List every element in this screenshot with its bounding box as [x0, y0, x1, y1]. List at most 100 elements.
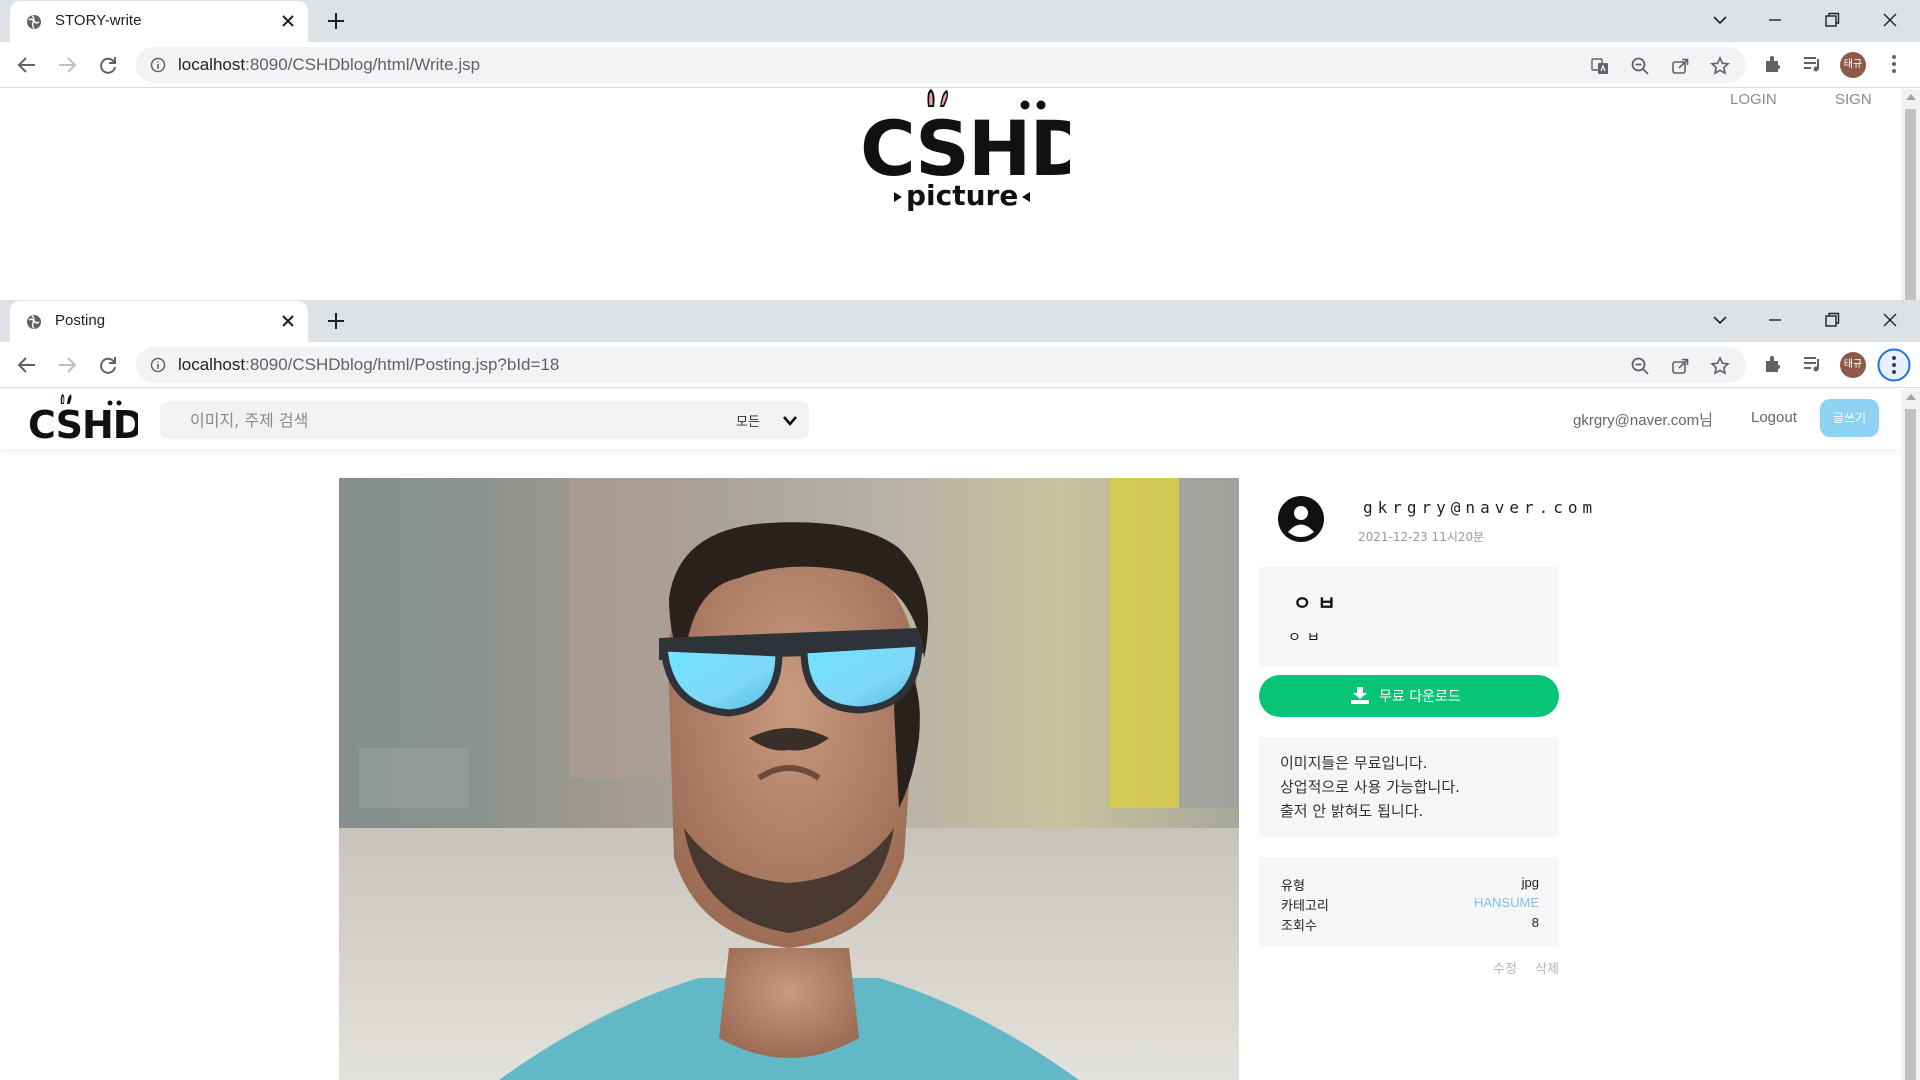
sign-link[interactable]: SIGN [1835, 91, 1872, 108]
profile-avatar[interactable]: 태규 [1840, 52, 1866, 78]
meta-value: jpg [1521, 875, 1539, 890]
window-close-icon[interactable] [1880, 310, 1900, 330]
share-icon[interactable] [1670, 56, 1690, 76]
meta-label: 조회수 [1281, 919, 1317, 934]
search-bar: 모든 [160, 401, 809, 439]
login-link[interactable]: LOGIN [1730, 91, 1777, 108]
browser-window-write: STORY-write localhost:8090/CSHDblog/html… [0, 0, 1920, 300]
globe-icon [27, 314, 41, 329]
restore-icon[interactable] [1822, 10, 1842, 30]
extensions-puzzle-icon[interactable] [1762, 353, 1784, 375]
svg-text:CSHD: CSHD [28, 403, 138, 443]
reload-icon[interactable] [97, 354, 119, 376]
post-content-card: ㅇㅂ ㅇㅂ [1259, 567, 1559, 667]
address-bar[interactable]: localhost:8090/CSHDblog/html/Posting.jsp… [136, 347, 1746, 383]
author-email: gkrgry@naver.com [1363, 498, 1598, 517]
reload-icon[interactable] [97, 54, 119, 76]
post-title: ㅇㅂ [1293, 591, 1342, 615]
forward-arrow-icon[interactable] [56, 54, 78, 76]
category-link[interactable]: HANSUME [1474, 895, 1539, 910]
post-actions: 수정 삭제 [1479, 958, 1559, 977]
license-line: 상업적으로 사용 가능합니다. [1280, 778, 1460, 796]
globe-icon [27, 14, 41, 29]
download-icon [1351, 687, 1369, 704]
extensions-puzzle-icon[interactable] [1762, 53, 1784, 75]
tab-posting[interactable]: Posting [10, 301, 308, 342]
new-tab-icon[interactable] [326, 11, 346, 31]
license-line: 출저 안 밝혀도 됩니다. [1280, 802, 1424, 820]
meta-card: 유형 jpg 카테고리 HANSUME 조회수 8 [1259, 857, 1559, 947]
meta-label: 카테고리 [1281, 899, 1329, 914]
zoom-out-icon[interactable] [1630, 356, 1650, 376]
url-text: localhost:8090/CSHDblog/html/Write.jsp [178, 55, 481, 74]
license-line: 이미지들은 무료입니다. [1280, 754, 1428, 772]
write-page: CSHD picture LOGIN SIGN [0, 89, 1901, 300]
back-arrow-icon[interactable] [16, 354, 38, 376]
window-close-icon[interactable] [1880, 10, 1900, 30]
cshd-logo[interactable]: CSHD [28, 393, 138, 443]
info-icon[interactable] [150, 57, 166, 73]
user-email: gkrgry@naver.com님 [1573, 412, 1713, 429]
page-scrollbar[interactable] [1901, 89, 1920, 300]
user-avatar-icon [1278, 496, 1324, 542]
minimize-icon[interactable] [1765, 310, 1785, 330]
edit-link[interactable]: 수정 [1493, 962, 1517, 977]
minimize-icon[interactable] [1765, 10, 1785, 30]
site-header: CSHD 모든 gkrgry@naver.com님 Logout 글쓰기 [0, 389, 1901, 449]
browser-toolbar: localhost:8090/CSHDblog/html/Write.jsp 태… [0, 42, 1920, 88]
tab-search-chevron-icon[interactable] [1710, 10, 1730, 30]
kebab-menu-icon[interactable] [1877, 348, 1911, 382]
delete-link[interactable]: 삭제 [1535, 962, 1559, 977]
forward-arrow-icon[interactable] [56, 354, 78, 376]
browser-window-posting: Posting localhost:8090/CSHDblog/html/Pos… [0, 300, 1920, 1080]
info-icon[interactable] [150, 357, 166, 373]
close-icon[interactable] [280, 313, 296, 329]
media-queue-icon[interactable] [1801, 53, 1823, 75]
scrollbar-thumb[interactable] [1905, 109, 1916, 300]
meta-row-type: 유형 jpg [1281, 875, 1539, 894]
restore-icon[interactable] [1822, 310, 1842, 330]
meta-row-views: 조회수 8 [1281, 915, 1539, 934]
tab-strip: Posting [0, 300, 1920, 342]
chevron-down-icon[interactable] [782, 414, 798, 428]
logout-link[interactable]: Logout [1751, 409, 1797, 426]
scrollbar-thumb[interactable] [1905, 409, 1916, 1080]
search-scope-select[interactable]: 모든 [736, 411, 760, 430]
posting-page: CSHD 모든 gkrgry@naver.com님 Logout 글쓰기 [0, 389, 1901, 1080]
tab-title: STORY-write [55, 12, 142, 29]
zoom-out-icon[interactable] [1630, 56, 1650, 76]
cshd-picture-logo: CSHD picture [860, 89, 1070, 212]
profile-avatar[interactable]: 태규 [1840, 352, 1866, 378]
tab-title: Posting [55, 312, 106, 329]
meta-row-category: 카테고리 HANSUME [1281, 895, 1539, 914]
bookmark-star-icon[interactable] [1710, 356, 1730, 376]
browser-toolbar: localhost:8090/CSHDblog/html/Posting.jsp… [0, 342, 1920, 388]
free-download-button[interactable]: 무료 다운로드 [1259, 675, 1559, 717]
kebab-menu-icon[interactable] [1884, 53, 1904, 75]
new-tab-icon[interactable] [326, 311, 346, 331]
bookmark-star-icon[interactable] [1710, 56, 1730, 76]
post-date: 2021-12-23 11시20분 [1358, 530, 1485, 544]
post-body: ㅇㅂ [1288, 630, 1326, 646]
page-scrollbar[interactable] [1901, 389, 1920, 1080]
tab-story-write[interactable]: STORY-write [10, 1, 308, 42]
media-queue-icon[interactable] [1801, 353, 1823, 375]
search-input[interactable] [160, 401, 700, 439]
write-button[interactable]: 글쓰기 [1820, 399, 1879, 437]
meta-label: 유형 [1281, 879, 1305, 894]
share-icon[interactable] [1670, 356, 1690, 376]
scroll-up-arrow[interactable] [1906, 394, 1916, 400]
back-arrow-icon[interactable] [16, 54, 38, 76]
close-icon[interactable] [280, 13, 296, 29]
tab-search-chevron-icon[interactable] [1710, 310, 1730, 330]
meta-value: 8 [1531, 915, 1539, 930]
url-text: localhost:8090/CSHDblog/html/Posting.jsp… [178, 355, 560, 374]
download-label: 무료 다운로드 [1379, 689, 1461, 705]
logo-subtitle: picture [906, 179, 1018, 212]
post-photo [339, 478, 1239, 1080]
scroll-up-arrow[interactable] [1906, 94, 1916, 100]
license-card: 이미지들은 무료입니다. 상업적으로 사용 가능합니다. 출저 안 밝혀도 됩니… [1259, 737, 1559, 837]
address-bar[interactable]: localhost:8090/CSHDblog/html/Write.jsp [136, 47, 1746, 83]
translate-icon[interactable] [1590, 56, 1610, 76]
tab-strip: STORY-write [0, 0, 1920, 42]
